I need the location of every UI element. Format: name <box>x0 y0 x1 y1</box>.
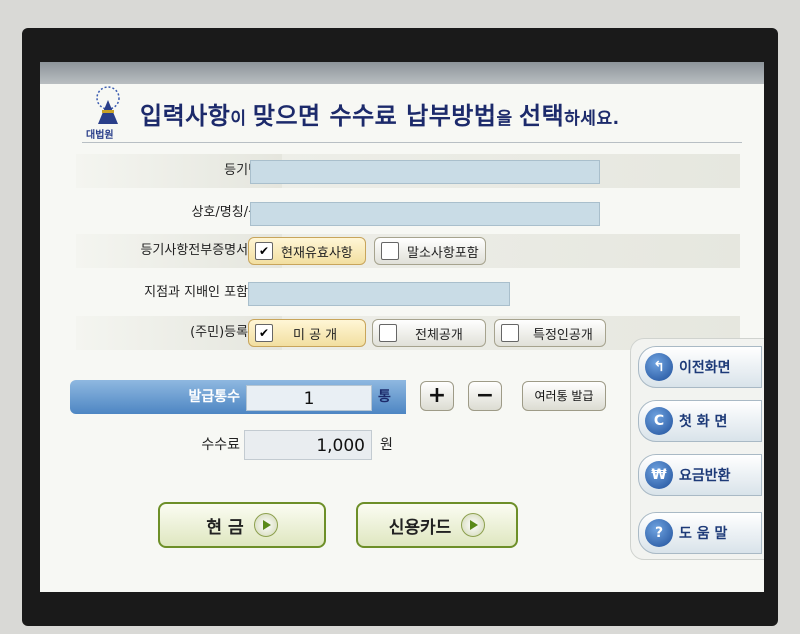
title-part: 수수료 <box>329 102 398 130</box>
home-c-icon: C <box>645 407 673 435</box>
option-label: 미 공 개 <box>293 327 338 343</box>
copies-unit: 통 <box>378 389 391 405</box>
help-icon: ? <box>645 519 673 547</box>
logo-text: 대법원 <box>86 130 114 141</box>
previous-screen-button[interactable]: ↰ 이전화면 <box>638 346 762 388</box>
play-arrow-icon <box>253 513 278 537</box>
copies-label: 발급통수 <box>188 389 240 405</box>
current-valid-option[interactable]: ✔ 현재유효사항 <box>248 237 366 265</box>
help-button[interactable]: ? 도 움 말 <box>638 512 762 554</box>
option-label: 특정인공개 <box>533 327 593 343</box>
title-part: 납부방법 <box>406 102 497 130</box>
page-title: 입력사항이 맞으면 수수료 납부방법을 선택하세요. <box>140 96 620 131</box>
copies-value: 1 <box>246 385 372 411</box>
option-label: 전체공개 <box>415 327 463 343</box>
title-part: 맞으면 <box>252 102 321 130</box>
title-part <box>321 102 330 130</box>
title-part: 이 <box>230 109 253 129</box>
home-screen-button[interactable]: C 첫 화 면 <box>638 400 762 442</box>
cash-label: 현 금 <box>206 517 244 538</box>
option-label: 말소사항포함 <box>407 245 479 261</box>
cash-button[interactable]: 현 금 <box>158 502 326 548</box>
won-icon: ₩ <box>645 461 673 489</box>
title-part: 입력사항 <box>140 102 231 130</box>
play-arrow-icon <box>461 513 486 537</box>
checkbox-empty-icon <box>379 324 397 342</box>
title-part: 하세요. <box>564 109 620 129</box>
kiosk-screen: 대법원 입력사항이 맞으면 수수료 납부방법을 선택하세요. 등기번호 상호/명… <box>40 62 764 592</box>
checkbox-empty-icon <box>381 242 399 260</box>
specific-disclosure-option[interactable]: 특정인공개 <box>494 319 606 347</box>
side-btn-label: 첫 화 면 <box>679 414 728 430</box>
back-arrow-icon: ↰ <box>645 353 673 381</box>
fee-refund-button[interactable]: ₩ 요금반환 <box>638 454 762 496</box>
decrease-copies-button[interactable]: − <box>468 381 502 411</box>
card-label: 신용카드 <box>388 517 452 538</box>
title-part <box>397 102 406 130</box>
checkbox-checked-icon: ✔ <box>255 242 273 260</box>
title-part: 선택 <box>519 102 565 130</box>
branch-field[interactable] <box>248 282 510 306</box>
multi-copies-button[interactable]: 여러통 발급 <box>522 381 606 411</box>
include-cancelled-option[interactable]: 말소사항포함 <box>374 237 486 265</box>
screen-top-bar <box>40 62 764 84</box>
title-part: 을 <box>496 109 519 129</box>
fee-unit: 원 <box>380 437 393 453</box>
credit-card-button[interactable]: 신용카드 <box>356 502 518 548</box>
full-disclosure-option[interactable]: 전체공개 <box>372 319 486 347</box>
side-btn-label: 도 움 말 <box>679 526 728 542</box>
business-name-field[interactable] <box>250 202 600 226</box>
checkbox-empty-icon <box>501 324 519 342</box>
side-btn-label: 요금반환 <box>679 468 731 484</box>
option-label: 현재유효사항 <box>281 245 353 261</box>
registration-number-field[interactable] <box>250 160 600 184</box>
fee-label: 수수료 <box>201 437 240 453</box>
side-btn-label: 이전화면 <box>679 360 731 376</box>
increase-copies-button[interactable]: + <box>420 381 454 411</box>
checkbox-checked-icon: ✔ <box>255 324 273 342</box>
non-disclosure-option[interactable]: ✔ 미 공 개 <box>248 319 366 347</box>
fee-value: 1,000 <box>244 430 372 460</box>
title-divider <box>82 142 742 143</box>
